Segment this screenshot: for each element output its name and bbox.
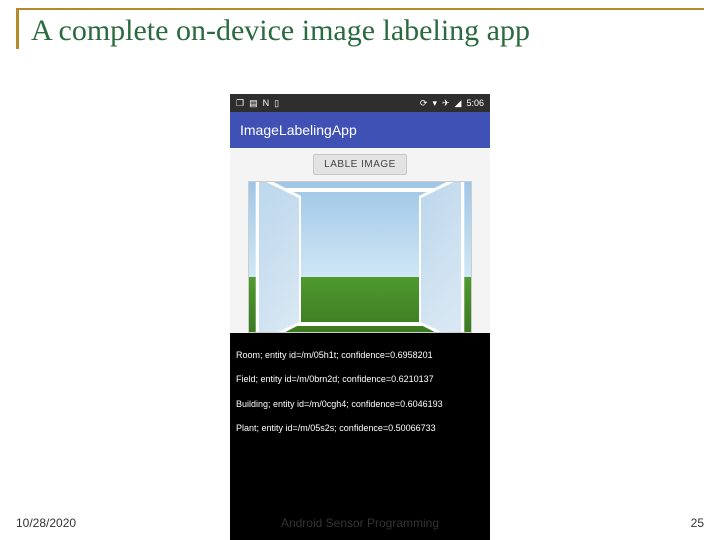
slide-footer: 10/28/2020 Android Sensor Programming 25 xyxy=(16,516,704,530)
app-bar: ImageLabelingApp xyxy=(230,112,490,148)
phone-mockup: ❐ ▤ N ▯ ⟳ ▾ ✈ ◢ 5:06 ImageLabelingApp LA… xyxy=(230,94,490,494)
nav-bar xyxy=(230,536,490,540)
app-content: LABLE IMAGE xyxy=(230,148,490,333)
results-panel: Room; entity id=/m/05h1t; confidence=0.6… xyxy=(230,333,490,450)
result-row: Room; entity id=/m/05h1t; confidence=0.6… xyxy=(236,349,484,361)
label-image-button[interactable]: LABLE IMAGE xyxy=(313,154,407,175)
app-title: ImageLabelingApp xyxy=(240,122,357,138)
result-row: Plant; entity id=/m/05s2s; confidence=0.… xyxy=(236,422,484,434)
chat-icon: ❐ xyxy=(236,99,244,108)
clock-text: 5:06 xyxy=(466,99,484,108)
window-frame xyxy=(283,188,437,326)
slide-title: A complete on-device image labeling app xyxy=(31,14,704,49)
n-icon: N xyxy=(263,99,270,108)
wifi-icon: ▾ xyxy=(432,99,437,108)
airplane-icon: ✈ xyxy=(442,99,450,108)
status-left-icons: ❐ ▤ N ▯ xyxy=(236,99,279,108)
calendar-icon: ▤ xyxy=(249,99,258,108)
sim-icon: ▯ xyxy=(274,99,279,108)
preview-image xyxy=(248,181,472,333)
window-pane-left xyxy=(256,181,301,333)
status-bar: ❐ ▤ N ▯ ⟳ ▾ ✈ ◢ 5:06 xyxy=(230,94,490,112)
signal-icon: ◢ xyxy=(455,99,462,108)
footer-course: Android Sensor Programming xyxy=(16,516,704,530)
result-row: Field; entity id=/m/0brn2d; confidence=0… xyxy=(236,373,484,385)
slide: A complete on-device image labeling app … xyxy=(0,0,720,540)
sync-icon: ⟳ xyxy=(420,99,428,108)
title-container: A complete on-device image labeling app xyxy=(16,10,704,49)
status-right-icons: ⟳ ▾ ✈ ◢ 5:06 xyxy=(420,99,484,108)
result-row: Building; entity id=/m/0cgh4; confidence… xyxy=(236,398,484,410)
window-pane-right xyxy=(419,181,464,333)
